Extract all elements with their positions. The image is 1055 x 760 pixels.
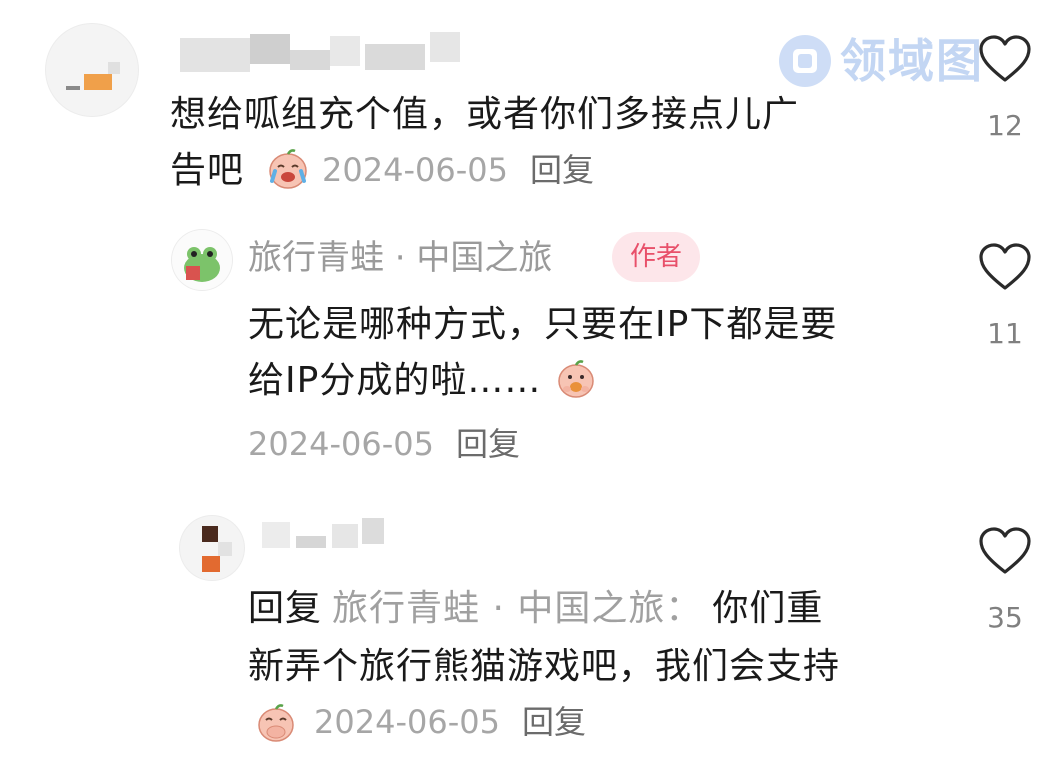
- reply-button[interactable]: 回复: [530, 151, 594, 189]
- watermark: 领域图: [776, 26, 984, 96]
- comment-date: 2024-06-05: [314, 703, 500, 741]
- frog-avatar-icon: [172, 230, 232, 290]
- comment-meta: 2024-06-05 回复: [314, 700, 586, 744]
- like-button[interactable]: 12: [975, 34, 1035, 142]
- reply-button[interactable]: 回复: [456, 425, 520, 463]
- comment-meta: 2024-06-05 回复: [248, 422, 520, 466]
- heart-icon[interactable]: [977, 526, 1033, 578]
- heart-icon[interactable]: [977, 34, 1033, 86]
- covering-mouth-emoji: [258, 704, 294, 742]
- comment-text-line1: 想给呱组充个值，或者你们多接点儿广: [170, 94, 800, 135]
- watermark-logo-icon: [779, 35, 831, 87]
- comment-text-line2: 告吧: [170, 140, 244, 202]
- reply-prefix: 回复: [248, 588, 323, 629]
- blurred-username[interactable]: [262, 516, 392, 562]
- author-name[interactable]: 旅行青蛙 · 中国之旅: [248, 234, 552, 282]
- reply-target-author[interactable]: 旅行青蛙 · 中国之旅：: [332, 588, 702, 629]
- avatar[interactable]: [180, 516, 244, 580]
- comment-text-line2: 给IP分成的啦……: [248, 350, 541, 412]
- comment-text-line2-content: 给IP分成的啦……: [248, 360, 542, 401]
- comment-text-line1: 回复 旅行青蛙 · 中国之旅： 你们重: [248, 578, 823, 640]
- comment-text-line2: 新弄个旅行熊猫游戏吧，我们会支持: [248, 646, 841, 687]
- blurred-username[interactable]: [180, 30, 480, 76]
- comment-date: 2024-06-05: [248, 425, 434, 463]
- like-count: 35: [987, 601, 1023, 634]
- like-count: 12: [987, 109, 1023, 142]
- comment-text-line2-content: 告吧: [170, 150, 245, 191]
- avatar[interactable]: [46, 24, 138, 116]
- comment-meta: 2024-06-05 回复: [322, 148, 594, 192]
- comment-date: 2024-06-05: [322, 151, 508, 189]
- like-button[interactable]: 35: [975, 526, 1035, 634]
- like-button[interactable]: 11: [975, 242, 1035, 350]
- eating-emoji: [558, 360, 594, 398]
- heart-icon[interactable]: [977, 242, 1033, 294]
- watermark-text: 领域图: [840, 34, 984, 88]
- comment-text-line1: 无论是哪种方式，只要在IP下都是要: [248, 304, 838, 345]
- comment-thread: 领域图 想给呱组充个值，或者你们多接点儿广 告吧 2024-06-05 回复 12: [0, 0, 1055, 760]
- author-avatar[interactable]: [172, 230, 232, 290]
- author-badge: 作者: [612, 232, 701, 282]
- crying-laugh-emoji: [269, 149, 307, 189]
- comment-text-line1-rest: 你们重: [712, 588, 824, 629]
- reply-button[interactable]: 回复: [522, 703, 586, 741]
- like-count: 11: [987, 317, 1023, 350]
